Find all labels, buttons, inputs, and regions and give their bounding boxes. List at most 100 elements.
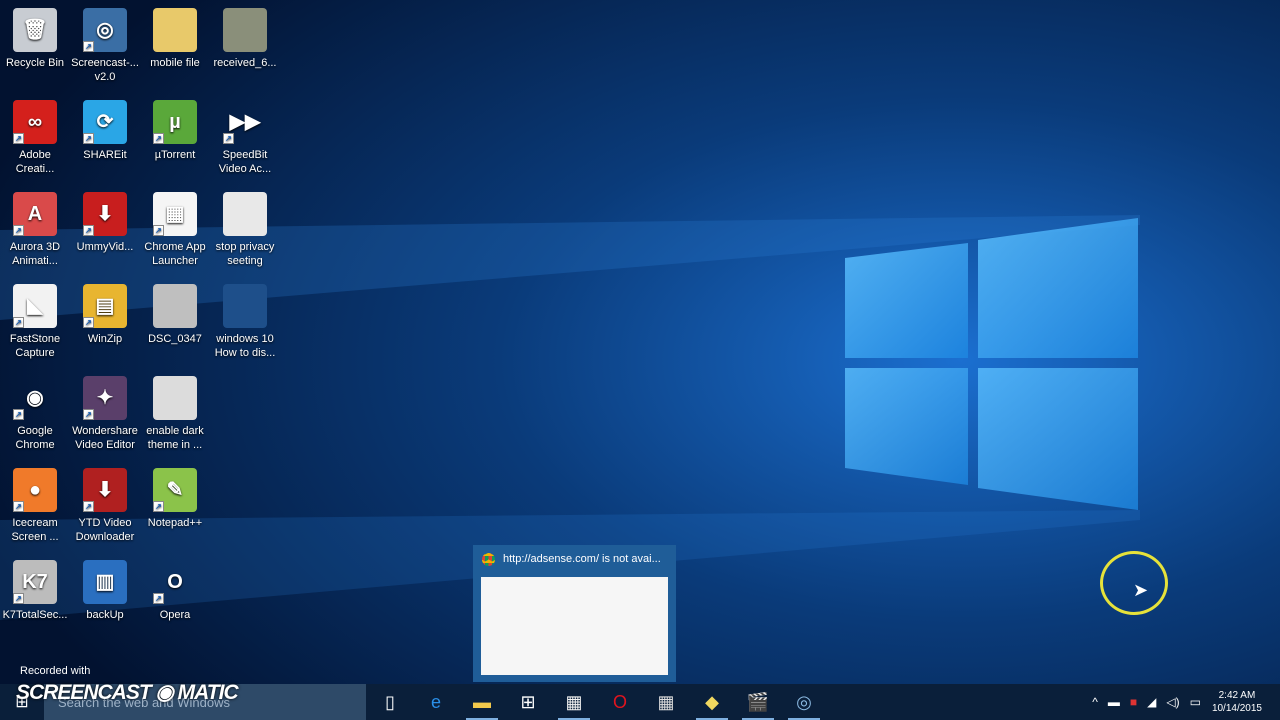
app-icon: ◎ ↗ <box>83 8 127 52</box>
taskbar-chrome-app-launcher-button[interactable]: ▦ <box>554 684 594 720</box>
desktop-icon[interactable]: K7 ↗ K7TotalSec... <box>0 560 70 622</box>
battery-icon[interactable]: ▬ <box>1108 695 1120 709</box>
clock[interactable]: 2:42 AM 10/14/2015 <box>1212 689 1262 715</box>
app-icon: ∞ ↗ <box>13 100 57 144</box>
shortcut-arrow-icon: ↗ <box>83 317 94 328</box>
taskbar-store-button[interactable]: ⊞ <box>508 684 548 720</box>
chrome-app-launcher-icon: ▦ <box>565 691 583 712</box>
desktop-icon-label: Wondershare Video Editor <box>72 425 138 451</box>
app-icon <box>223 284 267 328</box>
movies-icon: 🎬 <box>746 691 770 712</box>
app-icon: K7 ↗ <box>13 560 57 604</box>
desktop-icon[interactable]: DSC_0347 <box>140 284 210 346</box>
app-icon: ▶▶ ↗ <box>223 100 267 144</box>
app-icon: ● ↗ <box>13 468 57 512</box>
taskbar-photos-button[interactable]: ◆ <box>692 684 732 720</box>
desktop-icon-label: WinZip <box>87 333 123 345</box>
shortcut-arrow-icon: ↗ <box>83 501 94 512</box>
desktop-icon[interactable]: ▥ backUp <box>70 560 140 622</box>
taskbar-window-preview[interactable]: http://adsense.com/ is not avai... <box>473 545 676 682</box>
desktop-icon-label: enable dark theme in ... <box>146 425 204 451</box>
desktop-icon[interactable]: stop privacy seeting <box>210 192 280 268</box>
shortcut-arrow-icon: ↗ <box>153 501 164 512</box>
desktop-icon[interactable]: A ↗ Aurora 3D Animati... <box>0 192 70 268</box>
taskbar-opera-button[interactable]: O <box>600 684 640 720</box>
desktop-icon-label: windows 10 How to dis... <box>214 333 276 359</box>
taskbar-task-view-button[interactable]: ▯ <box>370 684 410 720</box>
desktop-icon[interactable]: windows 10 How to dis... <box>210 284 280 360</box>
shortcut-arrow-icon: ↗ <box>153 225 164 236</box>
shortcut-arrow-icon: ↗ <box>13 409 24 420</box>
file-explorer-icon: ▬ <box>473 691 491 712</box>
clock-date: 10/14/2015 <box>1211 703 1262 714</box>
shortcut-arrow-icon: ↗ <box>83 133 94 144</box>
task-view-icon: ▯ <box>385 691 395 712</box>
desktop-icon[interactable]: O ↗ Opera <box>140 560 210 622</box>
watermark-recorded-with: Recorded with <box>20 665 91 677</box>
desktop-icon[interactable]: ⟳ ↗ SHAREit <box>70 100 140 162</box>
app-icon: 🗑 <box>13 8 57 52</box>
desktop-icon[interactable]: ◣ ↗ FastStone Capture <box>0 284 70 360</box>
desktop-icon[interactable]: ▶▶ ↗ SpeedBit Video Ac... <box>210 100 280 176</box>
desktop-icon[interactable]: ✦ ↗ Wondershare Video Editor <box>70 376 140 452</box>
taskbar-movies-button[interactable]: 🎬 <box>738 684 778 720</box>
app-tray-icon[interactable]: ■ <box>1130 695 1137 709</box>
shortcut-arrow-icon: ↗ <box>13 225 24 236</box>
desktop-icon-label: SpeedBit Video Ac... <box>218 149 272 175</box>
taskbar-calculator-button[interactable]: ▦ <box>646 684 686 720</box>
desktop-icon[interactable]: ✎ ↗ Notepad++ <box>140 468 210 530</box>
taskbar-file-explorer-button[interactable]: ▬ <box>462 684 502 720</box>
volume-icon[interactable]: ◁) <box>1166 695 1179 709</box>
shortcut-arrow-icon: ↗ <box>223 133 234 144</box>
app-icon: ◉ ↗ <box>13 376 57 420</box>
desktop-icon[interactable]: ◎ ↗ Screencast-... v2.0 <box>70 8 140 84</box>
app-icon <box>223 192 267 236</box>
desktop-icon[interactable]: enable dark theme in ... <box>140 376 210 452</box>
shortcut-arrow-icon: ↗ <box>13 501 24 512</box>
desktop-icon[interactable]: ▦ ↗ Chrome App Launcher <box>140 192 210 268</box>
store-icon: ⊞ <box>520 691 536 712</box>
desktop-icon[interactable]: received_6... <box>210 8 280 70</box>
desktop-icon-label: K7TotalSec... <box>2 609 68 621</box>
desktop-icon-label: FastStone Capture <box>9 333 61 359</box>
chrome-icon <box>482 553 495 566</box>
desktop-icon-label: DSC_0347 <box>148 333 202 345</box>
preview-thumbnail[interactable] <box>481 577 668 675</box>
desktop-icon[interactable]: ● ↗ Icecream Screen ... <box>0 468 70 544</box>
desktop-icon-label: SHAREit <box>83 149 127 161</box>
desktop-icon-label: mobile file <box>150 57 200 69</box>
desktop-icon[interactable]: mobile file <box>140 8 210 70</box>
app-icon <box>223 8 267 52</box>
network-icon[interactable]: ◢ <box>1147 695 1156 709</box>
taskbar-screencast-button[interactable]: ◎ <box>784 684 824 720</box>
edge-icon: e <box>430 691 441 712</box>
desktop-icon[interactable]: ◉ ↗ Google Chrome <box>0 376 70 452</box>
app-icon: ⟳ ↗ <box>83 100 127 144</box>
desktop-icon-label: Recycle Bin <box>5 57 65 69</box>
app-icon: O ↗ <box>153 560 197 604</box>
desktop-icon[interactable]: µ ↗ µTorrent <box>140 100 210 162</box>
app-icon <box>153 284 197 328</box>
app-icon: ▤ ↗ <box>83 284 127 328</box>
desktop-icon-label: backUp <box>86 609 124 621</box>
desktop-icon[interactable]: ⬇ ↗ UmmyVid... <box>70 192 140 254</box>
desktop-icon[interactable]: ▤ ↗ WinZip <box>70 284 140 346</box>
shortcut-arrow-icon: ↗ <box>13 593 24 604</box>
shortcut-arrow-icon: ↗ <box>83 409 94 420</box>
app-icon: ▥ <box>83 560 127 604</box>
app-icon <box>153 8 197 52</box>
app-icon <box>153 376 197 420</box>
desktop-icon-label: Chrome App Launcher <box>144 241 206 267</box>
desktop-icon-label: Google Chrome <box>15 425 55 451</box>
app-icon: ◣ ↗ <box>13 284 57 328</box>
desktop-icon[interactable]: ∞ ↗ Adobe Creati... <box>0 100 70 176</box>
calculator-icon: ▦ <box>657 691 675 712</box>
desktop-icon[interactable]: ⬇ ↗ YTD Video Downloader <box>70 468 140 544</box>
desktop-icon[interactable]: 🗑 Recycle Bin <box>0 8 70 70</box>
mouse-cursor-icon: ➤ <box>1133 580 1149 600</box>
action-center-icon[interactable]: ▭ <box>1190 695 1201 709</box>
desktop-icon-label: UmmyVid... <box>76 241 134 253</box>
taskbar-edge-button[interactable]: e <box>416 684 456 720</box>
preview-title: http://adsense.com/ is not avai... <box>503 553 661 565</box>
show-hidden-icons-chevron-icon[interactable]: ^ <box>1092 695 1098 709</box>
